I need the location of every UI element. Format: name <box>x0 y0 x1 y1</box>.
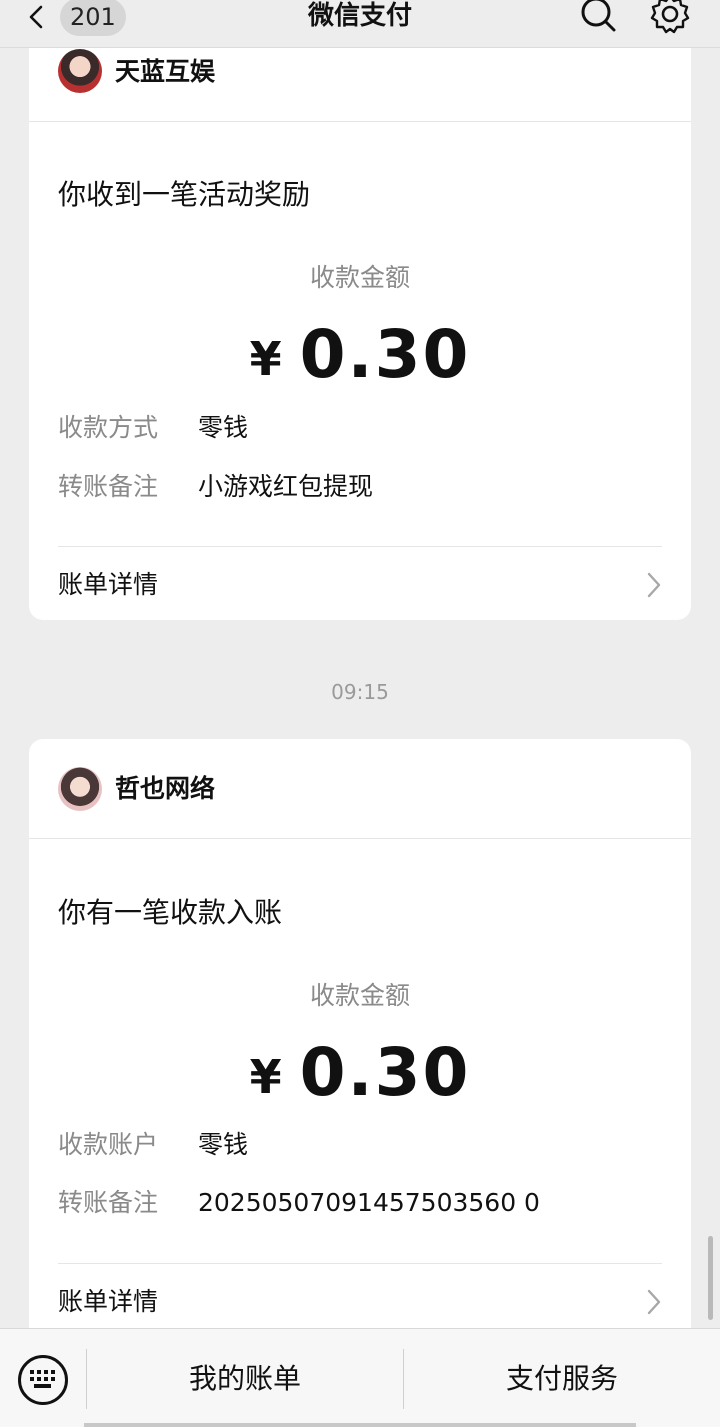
amount-value: ¥0.30 <box>29 315 691 412</box>
info-row: 转账备注 20250507091457503560 0 <box>58 1185 540 1221</box>
my-bills-menu[interactable]: 我的账单 <box>87 1359 403 1399</box>
notification-headline: 你收到一笔活动奖励 <box>58 178 311 211</box>
currency-symbol: ¥ <box>249 1050 282 1104</box>
amount-number: 0.30 <box>299 1034 471 1111</box>
chevron-right-icon <box>647 1289 661 1315</box>
info-row: 转账备注 小游戏红包提现 <box>58 469 373 505</box>
bill-detail-label: 账单详情 <box>58 1287 159 1316</box>
keyboard-toggle-button[interactable] <box>18 1355 68 1405</box>
info-key: 收款账户 <box>58 1130 159 1159</box>
menu-indicator-strip <box>84 1423 636 1427</box>
info-value: 20250507091457503560 0 <box>198 1188 540 1217</box>
amount-label: 收款金额 <box>309 981 410 1010</box>
currency-symbol: ¥ <box>249 332 282 386</box>
merchant-avatar[interactable] <box>58 767 102 811</box>
info-row: 收款账户 零钱 <box>58 1127 248 1163</box>
info-key: 转账备注 <box>58 472 159 501</box>
top-bar: 201 微信支付 <box>0 0 720 48</box>
merchant-avatar[interactable] <box>58 49 102 93</box>
info-row: 收款方式 零钱 <box>58 410 248 446</box>
payment-notification-card: 天蓝互娱 你收到一笔活动奖励 收款金额 ¥0.30 收款方式 零钱 转账备注 小游戏… <box>29 20 691 620</box>
info-value: 零钱 <box>198 413 249 442</box>
amount-number: 0.30 <box>299 316 471 393</box>
info-value: 小游戏红包提现 <box>198 472 374 501</box>
merchant-name: 哲也网络 <box>115 774 216 803</box>
message-timestamp: 09:15 <box>331 680 389 704</box>
amount-value: ¥0.30 <box>29 1033 691 1130</box>
info-key: 转账备注 <box>58 1188 159 1217</box>
keyboard-icon <box>30 1370 55 1388</box>
info-key: 收款方式 <box>58 413 159 442</box>
merchant-name: 天蓝互娱 <box>115 57 216 86</box>
chevron-right-icon <box>647 572 661 598</box>
gear-icon[interactable] <box>648 0 692 36</box>
amount-label: 收款金额 <box>309 263 410 292</box>
info-value: 零钱 <box>198 1130 249 1159</box>
card-header: 哲也网络 <box>29 739 691 839</box>
payment-notification-card: 哲也网络 你有一笔收款入账 收款金额 ¥0.30 收款账户 零钱 转账备注 2025… <box>29 739 691 1379</box>
wechat-pay-chat-page: 201 微信支付 天蓝互娱 你收到一笔活动奖励 收款金额 ¥0.30 收款方式零… <box>0 0 720 1427</box>
scrollbar[interactable] <box>708 1236 713 1320</box>
notification-headline: 你有一笔收款入账 <box>58 896 283 929</box>
payment-services-menu[interactable]: 支付服务 <box>404 1359 720 1399</box>
bill-detail-link[interactable]: 账单详情 <box>58 547 662 620</box>
search-icon[interactable] <box>578 0 618 34</box>
bottom-menu-bar: 我的账单 支付服务 <box>0 1328 720 1427</box>
bill-detail-label: 账单详情 <box>58 570 159 599</box>
